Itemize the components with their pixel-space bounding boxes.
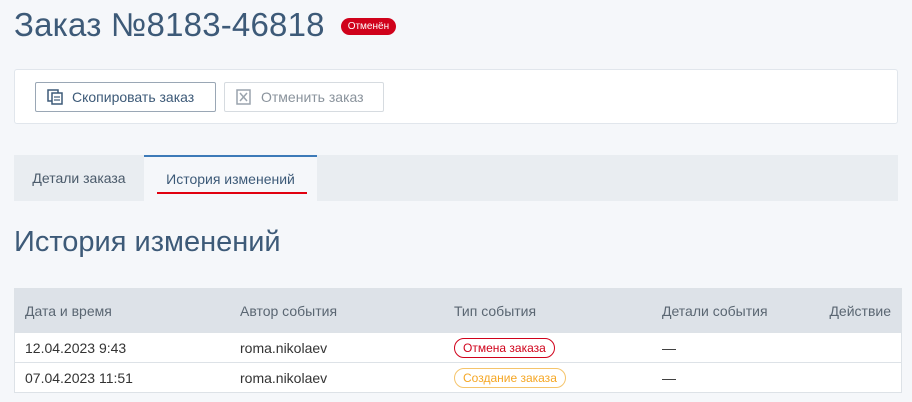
- column-header-datetime: Дата и время: [25, 302, 112, 319]
- copy-order-label: Скопировать заказ: [72, 89, 195, 105]
- cell-details: —: [662, 369, 676, 386]
- column-header-type: Тип события: [454, 302, 537, 319]
- tab-change-history[interactable]: История изменений: [144, 155, 317, 201]
- page-header: Заказ №8183-46818 Отменён: [14, 6, 397, 44]
- tab-bar: Детали заказа История изменений: [14, 155, 898, 201]
- cell-author: roma.nikolaev: [240, 369, 328, 386]
- copy-icon: [46, 88, 64, 106]
- column-header-author: Автор события: [240, 302, 338, 319]
- section-title: История изменений: [14, 226, 281, 258]
- column-header-action: Действие: [829, 302, 891, 319]
- cell-datetime: 12.04.2023 9:43: [25, 339, 127, 356]
- cell-details: —: [662, 339, 676, 356]
- active-tab-indicator: [157, 192, 307, 194]
- event-type-badge: Создание заказа: [454, 367, 566, 388]
- column-header-details: Детали события: [662, 302, 768, 319]
- history-table: Дата и время Автор события Тип события Д…: [14, 288, 902, 393]
- cell-author: roma.nikolaev: [240, 339, 328, 356]
- copy-order-button[interactable]: Скопировать заказ: [35, 82, 216, 112]
- table-row: 07.04.2023 11:51 roma.nikolaev Создание …: [15, 362, 901, 392]
- table-header: Дата и время Автор события Тип события Д…: [15, 289, 901, 332]
- page-title: Заказ №8183-46818: [14, 6, 325, 43]
- order-toolbar: Скопировать заказ Отменить заказ: [14, 69, 898, 124]
- tab-label: Детали заказа: [32, 170, 126, 186]
- cancel-icon: [235, 88, 253, 106]
- tab-label: История изменений: [166, 171, 295, 187]
- cancel-order-button[interactable]: Отменить заказ: [224, 82, 384, 112]
- table-row: 12.04.2023 9:43 roma.nikolaev Отмена зак…: [15, 332, 901, 362]
- cell-datetime: 07.04.2023 11:51: [25, 369, 133, 386]
- cancel-order-label: Отменить заказ: [261, 89, 364, 105]
- event-type-badge: Отмена заказа: [454, 337, 555, 358]
- status-badge: Отменён: [340, 17, 397, 35]
- tab-order-details[interactable]: Детали заказа: [14, 155, 144, 201]
